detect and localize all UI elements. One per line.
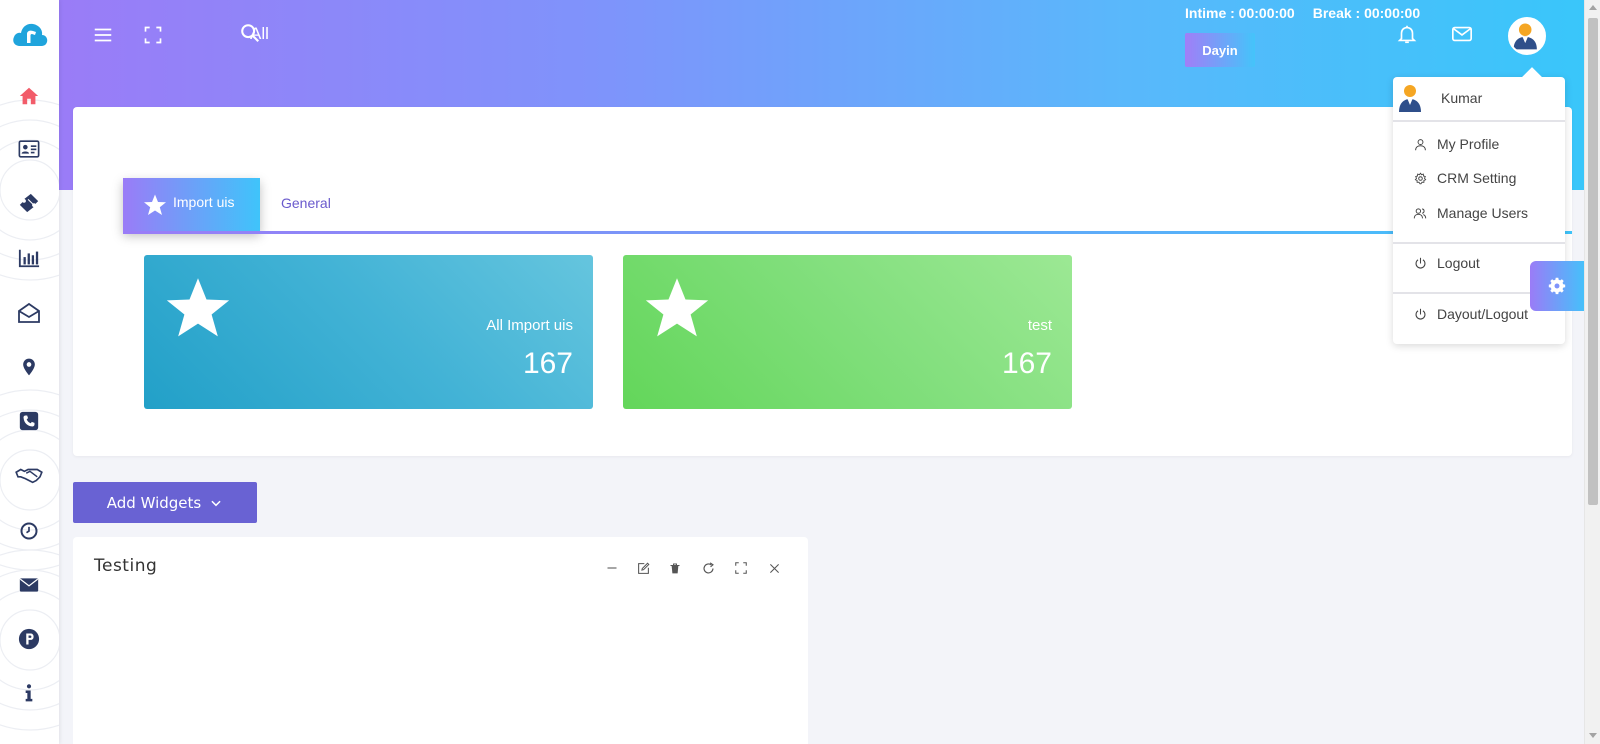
scroll-down-arrow[interactable] <box>1589 733 1597 738</box>
page-scrollbar[interactable] <box>1584 0 1600 744</box>
menu-item-label: Logout <box>1437 255 1480 271</box>
stat-card-test[interactable]: test 167 <box>623 255 1072 409</box>
stat-card-all-import-uis[interactable]: All Import uis 167 <box>144 255 593 409</box>
expand-icon[interactable] <box>732 559 750 577</box>
time-tracker: Intime : 00:00:00 Break : 00:00:00 <box>1185 5 1420 21</box>
hamburger-menu-icon[interactable] <box>90 22 116 48</box>
phone-icon[interactable] <box>16 408 42 434</box>
dashboard-card: Import uis General All Import uis 167 te… <box>73 107 1572 456</box>
stat-label: test <box>1027 317 1052 334</box>
menu-item-my-profile[interactable]: My Profile <box>1413 136 1499 152</box>
star-icon <box>144 194 166 215</box>
sidebar <box>0 0 59 744</box>
divider <box>1393 242 1565 244</box>
add-widgets-label: Add Widgets <box>106 493 202 512</box>
menu-item-label: My Profile <box>1437 136 1500 152</box>
envelope-open-icon[interactable] <box>16 300 42 326</box>
power-icon <box>1413 307 1427 321</box>
bar-chart-icon[interactable] <box>16 245 42 271</box>
menu-item-manage-users[interactable]: Manage Users <box>1413 205 1528 221</box>
clock-icon[interactable] <box>16 518 42 544</box>
mail-icon[interactable] <box>16 572 42 598</box>
location-pin-icon[interactable] <box>16 354 42 380</box>
mail-icon[interactable] <box>1449 21 1475 47</box>
add-widgets-button[interactable]: Add Widgets <box>73 482 257 523</box>
break-readout: Break : 00:00:00 <box>1312 5 1421 21</box>
testing-widget: Testing <box>73 537 808 744</box>
star-icon <box>645 278 709 337</box>
gear-icon <box>1548 277 1566 295</box>
handshake-icon[interactable] <box>14 462 44 488</box>
refresh-icon[interactable] <box>699 559 717 577</box>
tab-import-uis[interactable]: Import uis <box>123 178 260 232</box>
home-icon[interactable] <box>16 83 42 109</box>
intime-readout: Intime : 00:00:00 <box>1185 5 1295 21</box>
stat-label: All Import uis <box>486 317 573 334</box>
menu-item-label: Manage Users <box>1437 205 1529 221</box>
avatar[interactable] <box>1508 17 1546 55</box>
menu-item-label: CRM Setting <box>1437 170 1517 186</box>
ticket-icon[interactable] <box>16 190 42 216</box>
settings-fab[interactable] <box>1530 261 1584 311</box>
minimize-icon[interactable] <box>603 559 621 577</box>
app-logo-icon[interactable] <box>11 20 49 50</box>
divider <box>1393 120 1565 122</box>
stat-value: 167 <box>522 347 573 380</box>
menu-item-label: Dayout/Logout <box>1437 306 1529 322</box>
scroll-thumb[interactable] <box>1588 18 1598 505</box>
close-icon[interactable] <box>765 559 783 577</box>
widget-title: Testing <box>94 556 158 576</box>
contact-card-icon[interactable] <box>16 136 42 162</box>
chevron-down-icon <box>211 500 221 506</box>
gear-icon <box>1413 171 1427 185</box>
trash-icon[interactable] <box>666 559 684 577</box>
star-icon <box>166 278 230 337</box>
bell-icon[interactable] <box>1394 21 1420 47</box>
tab-underline <box>123 231 1572 234</box>
avatar <box>1397 83 1423 113</box>
menu-item-dayout-logout[interactable]: Dayout/Logout <box>1413 306 1528 322</box>
stat-value: 167 <box>1001 347 1052 380</box>
users-icon <box>1413 206 1427 220</box>
edit-icon[interactable] <box>634 559 652 577</box>
dayin-button[interactable]: Dayin <box>1185 33 1255 67</box>
info-icon[interactable] <box>16 680 42 706</box>
menu-item-logout[interactable]: Logout <box>1413 255 1480 271</box>
scroll-up-arrow[interactable] <box>1589 5 1597 10</box>
dropdown-username: Kumar <box>1441 90 1483 106</box>
search-icon[interactable] <box>237 20 263 46</box>
fullscreen-icon[interactable] <box>140 22 166 48</box>
power-icon <box>1413 256 1427 270</box>
tab-label: Import uis <box>173 194 235 210</box>
parking-icon[interactable] <box>16 626 42 652</box>
user-icon <box>1413 137 1427 151</box>
menu-item-crm-setting[interactable]: CRM Setting <box>1413 170 1516 186</box>
tab-general[interactable]: General <box>281 195 331 211</box>
